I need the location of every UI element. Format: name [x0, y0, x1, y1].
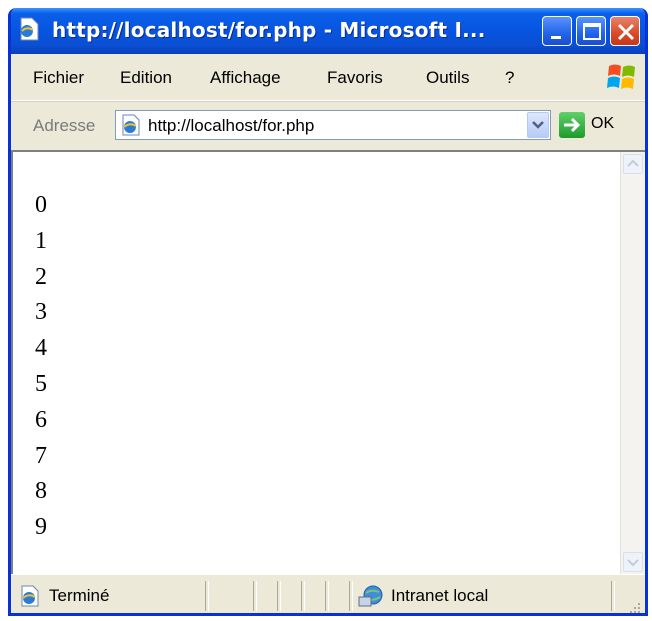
- output-line: 8: [35, 478, 47, 505]
- status-divider: [349, 581, 353, 611]
- address-bar: Adresse http://localhost/for.php OK: [11, 101, 645, 150]
- scroll-down-button[interactable]: [623, 552, 643, 572]
- window-title: http://localhost/for.php - Microsoft I..…: [52, 18, 486, 42]
- resize-grip-icon[interactable]: [627, 599, 641, 613]
- title-bar[interactable]: http://localhost/for.php - Microsoft I..…: [11, 8, 645, 54]
- output-line: 0: [35, 192, 47, 218]
- output-line: 3: [35, 299, 47, 326]
- windows-logo-icon: [605, 60, 639, 94]
- chevron-down-icon[interactable]: [527, 112, 549, 138]
- address-url[interactable]: http://localhost/for.php: [148, 116, 314, 136]
- status-bar: Terminé Intranet local: [11, 574, 645, 613]
- output-line: 1: [35, 227, 47, 254]
- menu-edition[interactable]: Edition: [120, 68, 172, 88]
- ie-page-icon: [18, 17, 40, 41]
- close-button[interactable]: [610, 16, 640, 46]
- green-arrow-icon: [559, 112, 585, 138]
- output-line: 2: [35, 263, 47, 290]
- menu-bar: Fichier Edition Affichage Favoris Outils…: [11, 54, 645, 101]
- go-label: OK: [591, 115, 615, 132]
- output-line: 4: [35, 335, 47, 362]
- status-divider: [301, 581, 305, 611]
- vertical-scrollbar[interactable]: [620, 152, 645, 574]
- browser-window: http://localhost/for.php - Microsoft I..…: [8, 8, 648, 616]
- status-divider: [277, 581, 281, 611]
- menu-favoris[interactable]: Favoris: [327, 68, 383, 88]
- go-button[interactable]: OK: [559, 110, 639, 140]
- status-divider: [253, 581, 257, 611]
- status-divider: [325, 581, 329, 611]
- zone-text: Intranet local: [391, 586, 489, 605]
- menu-affichage[interactable]: Affichage: [210, 68, 281, 88]
- intranet-globe-icon: [357, 583, 385, 609]
- menu-fichier[interactable]: Fichier: [33, 68, 84, 88]
- ie-page-icon: [120, 114, 142, 136]
- scroll-up-button[interactable]: [623, 154, 643, 174]
- output-list: 0 1 2 3 4 5 6 7 8 9: [35, 188, 47, 546]
- output-line: 9: [35, 514, 47, 541]
- status-divider: [611, 581, 615, 611]
- menu-help[interactable]: ?: [505, 68, 514, 88]
- output-line: 7: [35, 442, 47, 469]
- output-line: 5: [35, 370, 47, 397]
- menu-outils[interactable]: Outils: [426, 68, 469, 88]
- status-divider: [205, 581, 209, 611]
- address-label: Adresse: [33, 116, 96, 135]
- maximize-button[interactable]: [576, 16, 606, 46]
- page-content: 0 1 2 3 4 5 6 7 8 9: [11, 150, 645, 574]
- status-text: Terminé: [49, 586, 110, 605]
- address-field[interactable]: http://localhost/for.php: [115, 110, 551, 140]
- output-line: 6: [35, 406, 47, 433]
- minimize-button[interactable]: [542, 16, 572, 46]
- ie-page-icon: [19, 585, 41, 607]
